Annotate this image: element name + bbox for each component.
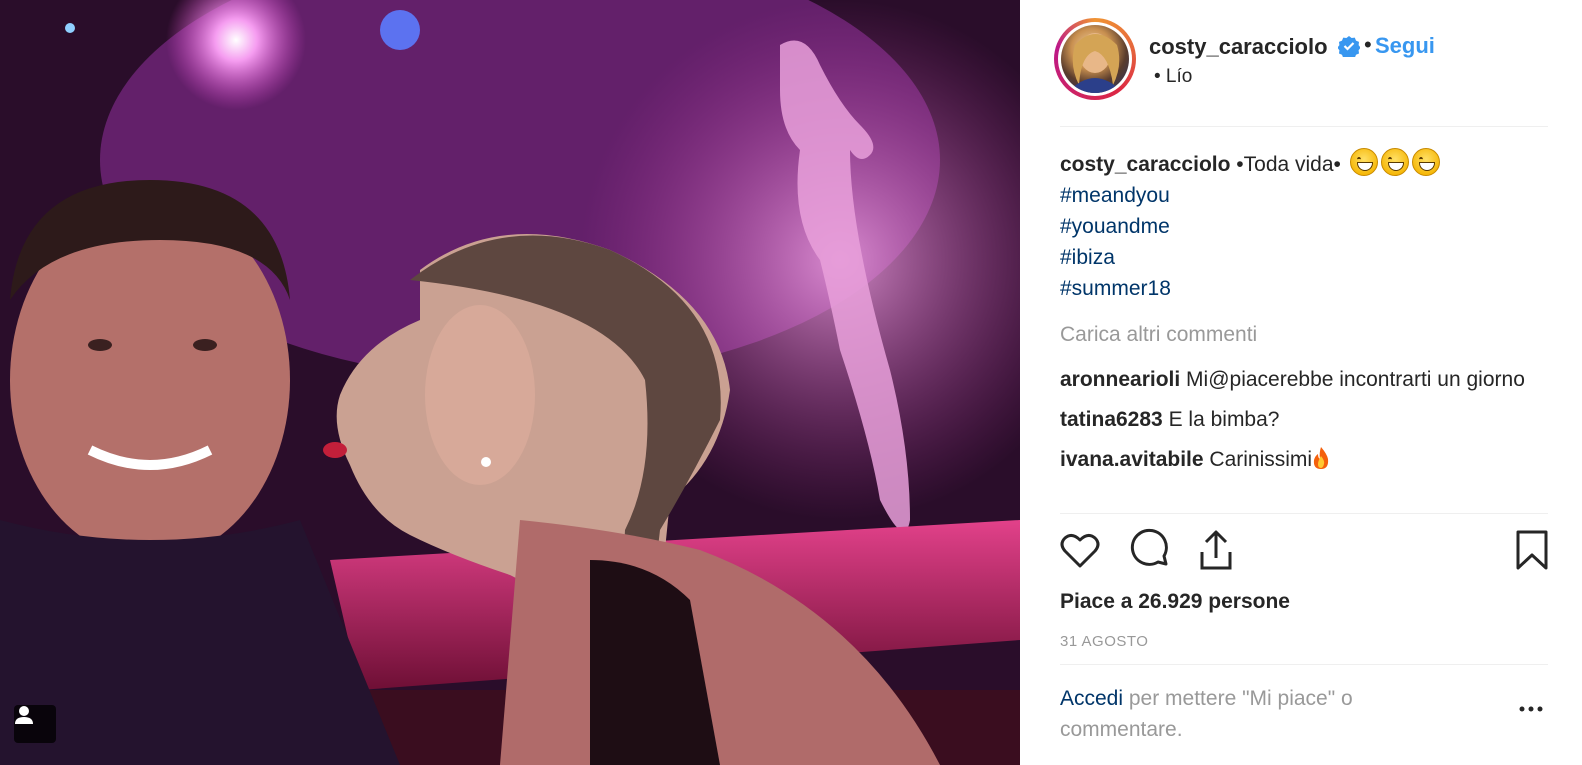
post-side-panel: costy_caracciolo • Segui • Lío costy_car… (1020, 0, 1582, 765)
login-link[interactable]: Accedi (1060, 687, 1123, 710)
verified-badge-icon (1338, 36, 1360, 57)
avatar-image (1061, 25, 1129, 93)
user-tag-button[interactable] (14, 705, 56, 743)
hashtag-link[interactable]: #youandme (1060, 211, 1550, 242)
footer-divider (1060, 664, 1548, 665)
comment-item: tatina6283 E la bimba? (1060, 404, 1550, 435)
actions-divider (1060, 513, 1548, 514)
action-bar (1058, 528, 1550, 578)
login-prompt: Accedi per mettere "Mi piace" o commenta… (1060, 683, 1460, 745)
share-icon[interactable] (1194, 528, 1238, 572)
comment-username[interactable]: ivana.avitabile (1060, 448, 1204, 471)
caption-username[interactable]: costy_caracciolo (1060, 153, 1230, 176)
hashtag-link[interactable]: #summer18 (1060, 273, 1550, 304)
bookmark-icon[interactable] (1510, 528, 1554, 572)
comment-text: Mi@piacerebbe incontrarti un giorno (1186, 368, 1525, 391)
heart-icon[interactable] (1058, 528, 1102, 572)
photo-scene (0, 0, 1020, 765)
comment-text: Carinissimi (1209, 448, 1313, 471)
hashtag-link[interactable]: #ibiza (1060, 242, 1550, 273)
author-username[interactable]: costy_caracciolo (1149, 34, 1328, 60)
grinning-emoji-icon (1380, 148, 1409, 176)
header-separator: • (1364, 32, 1372, 57)
comment-username[interactable]: tatina6283 (1060, 408, 1163, 431)
post-date[interactable]: 31 AGOSTO (1060, 633, 1148, 650)
follow-button[interactable]: Segui (1375, 33, 1435, 59)
user-tag-icon (15, 706, 33, 724)
caption: costy_caracciolo •Toda vida• #meandyou #… (1060, 148, 1550, 304)
comment-bubble-icon[interactable] (1128, 528, 1172, 572)
avatar[interactable] (1054, 18, 1136, 100)
likes-count[interactable]: Piace a 26.929 persone (1060, 590, 1290, 614)
post-photo[interactable] (0, 0, 1020, 765)
comment-username[interactable]: aronnearioli (1060, 368, 1180, 391)
grinning-emoji-icon (1349, 148, 1378, 176)
fire-emoji-icon (1313, 447, 1329, 469)
hashtag-link[interactable]: #meandyou (1060, 180, 1550, 211)
comments-section: costy_caracciolo •Toda vida• #meandyou #… (1060, 148, 1550, 484)
grinning-emoji-icon (1411, 148, 1440, 176)
load-more-comments-button[interactable]: Carica altri commenti (1060, 319, 1550, 350)
header-divider (1060, 126, 1548, 127)
comment-item: ivana.avitabile Carinissimi (1060, 444, 1550, 475)
more-options-icon[interactable] (1518, 704, 1544, 714)
post-header: costy_caracciolo • Segui • Lío (1054, 18, 1548, 126)
caption-text: •Toda vida• (1236, 153, 1341, 176)
location-link[interactable]: • Lío (1154, 66, 1192, 88)
comment-text: E la bimba? (1168, 408, 1280, 431)
comment-item: aronnearioli Mi@piacerebbe incontrarti u… (1060, 364, 1550, 395)
